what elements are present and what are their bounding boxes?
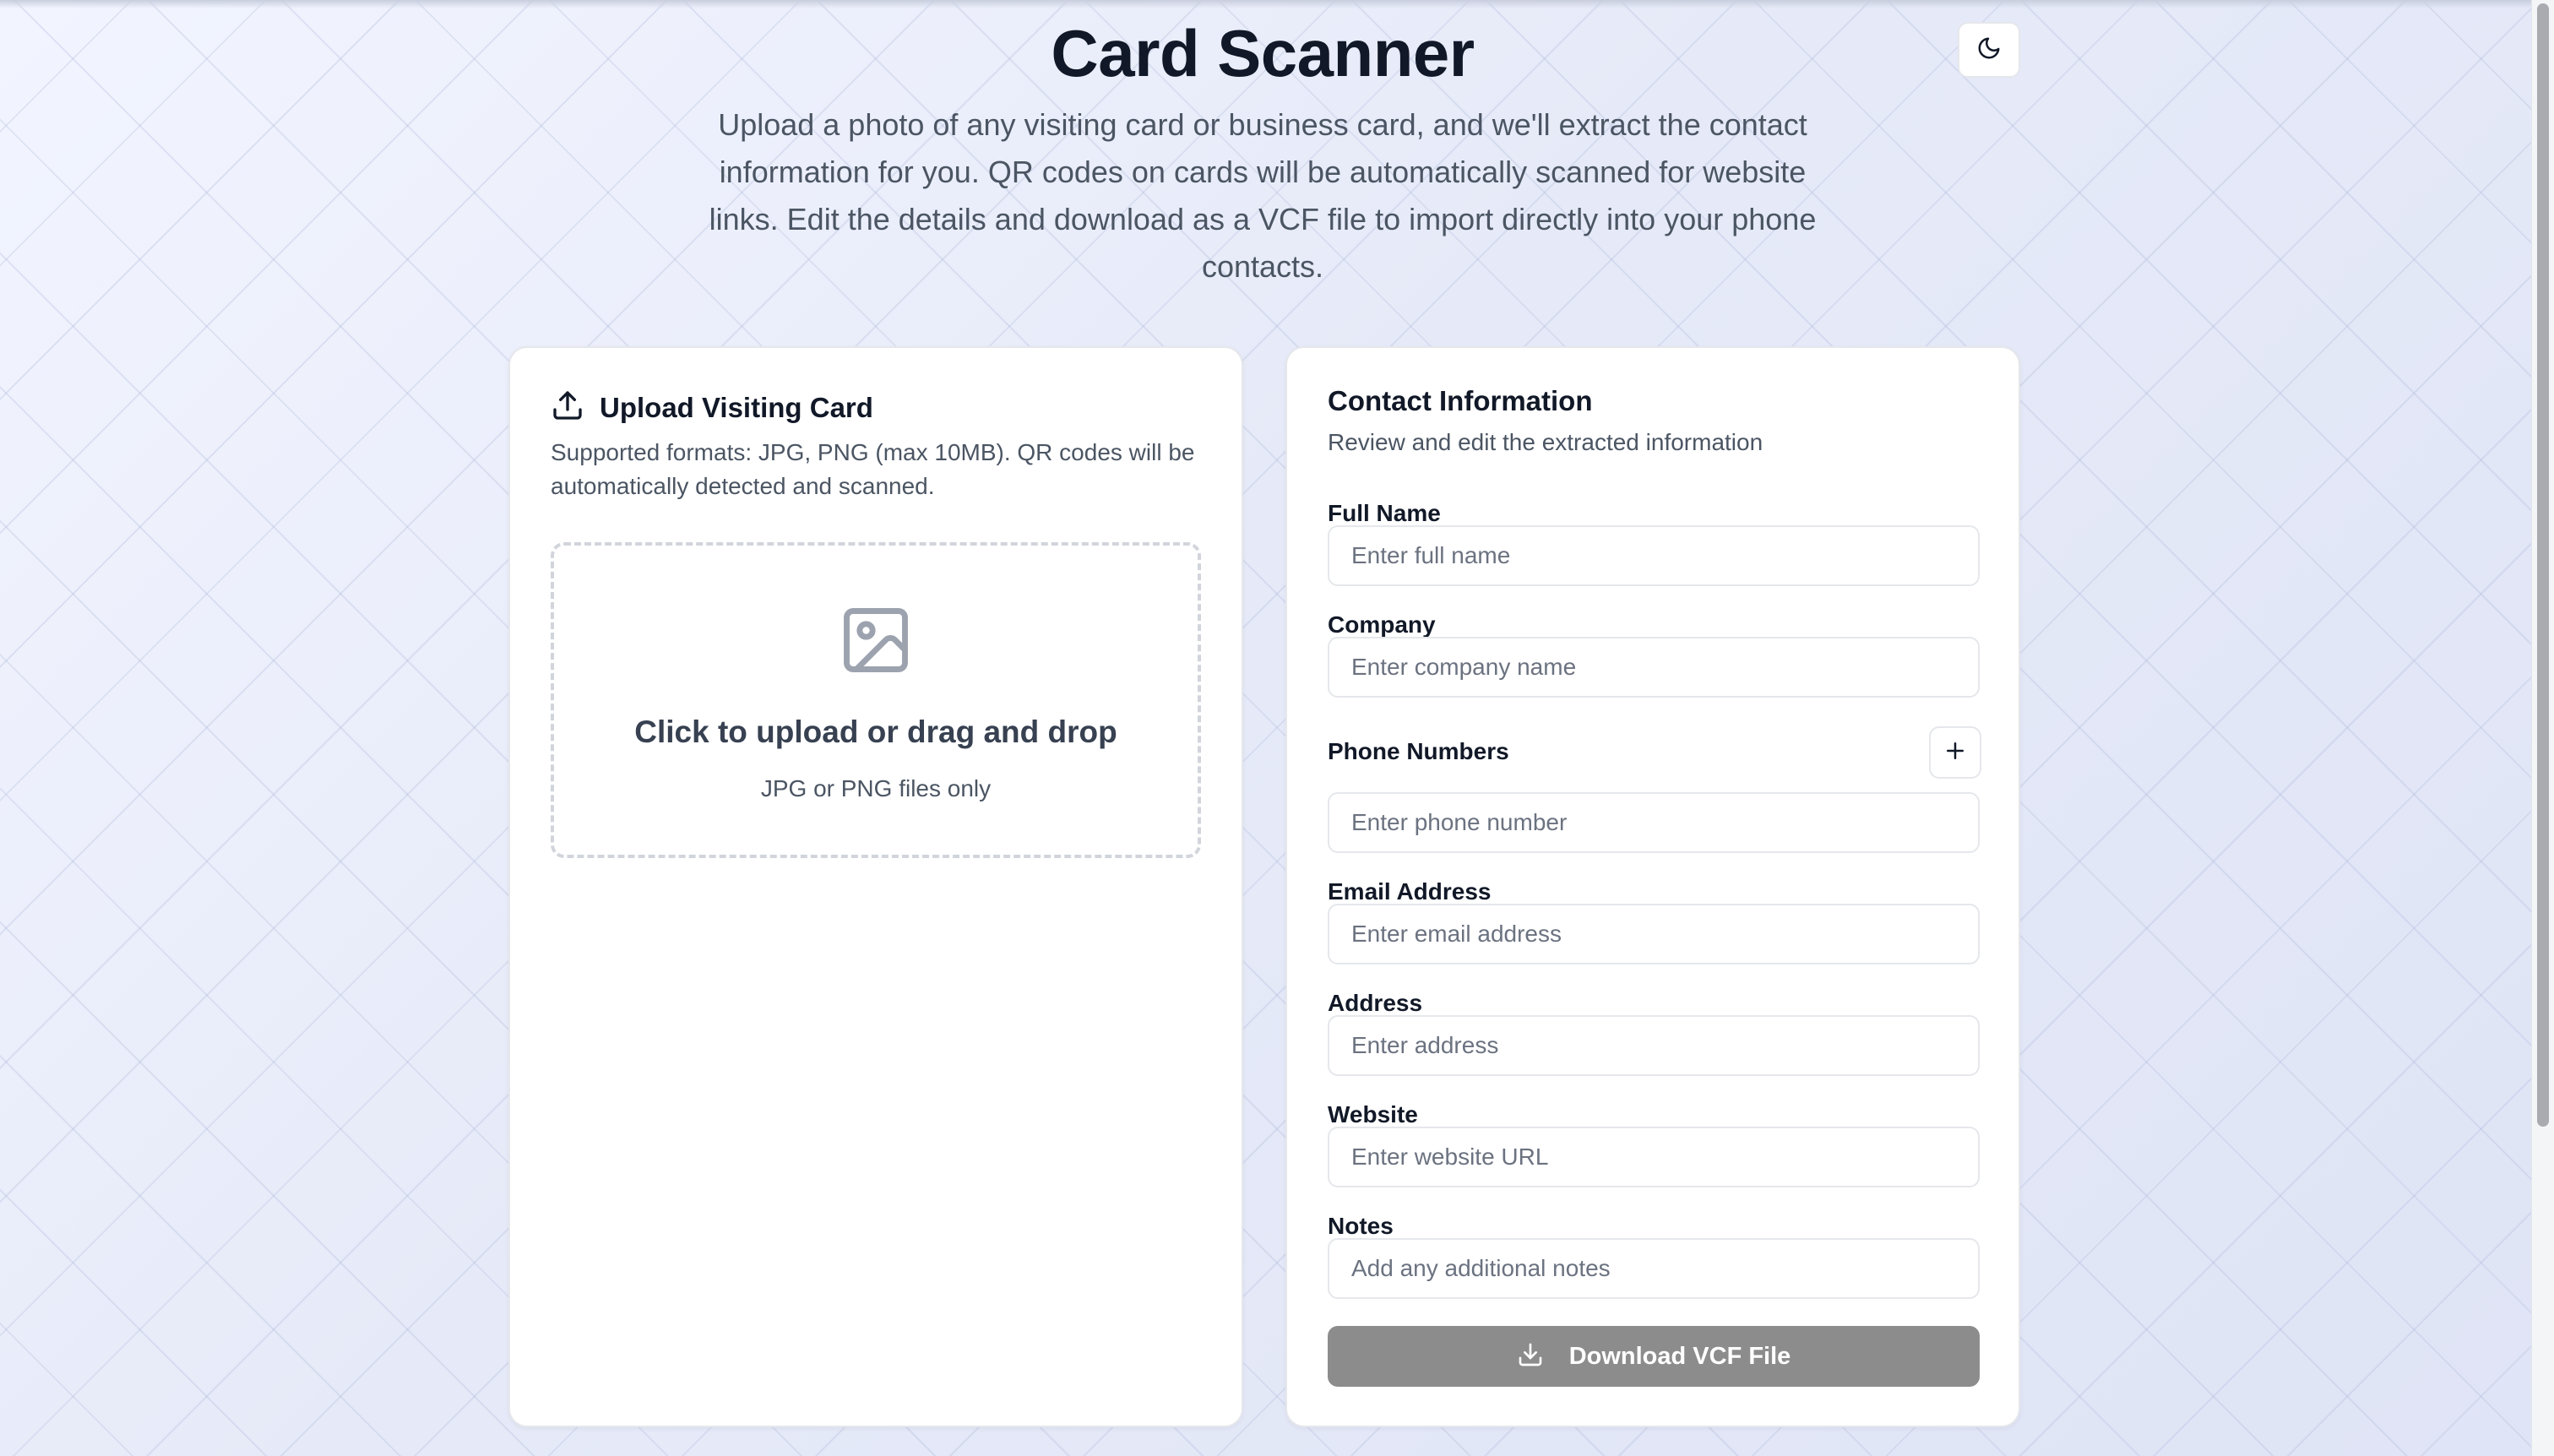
phone-numbers-label: Phone Numbers [1328,738,1509,764]
notes-label: Notes [1328,1213,1394,1239]
upload-card: Upload Visiting Card Supported formats: … [508,346,1243,1427]
upload-dropzone[interactable]: Click to upload or drag and drop JPG or … [551,542,1201,858]
page-subtitle: Upload a photo of any visiting card or b… [709,107,1817,284]
theme-toggle-button[interactable] [1958,22,2020,78]
download-icon [1517,1341,1544,1372]
email-input[interactable] [1328,904,1980,964]
download-vcf-label: Download VCF File [1568,1342,1791,1370]
dropzone-title: Click to upload or drag and drop [634,714,1117,749]
contact-card-subtitle: Review and edit the extracted informatio… [1328,429,1763,455]
add-phone-button[interactable] [1929,726,1981,779]
upload-card-description: Supported formats: JPG, PNG (max 10MB). … [551,439,1195,499]
upload-icon [551,388,584,426]
full-name-input[interactable] [1328,525,1980,586]
image-icon [837,601,915,683]
top-shadow [0,0,2554,8]
dropzone-hint: JPG or PNG files only [760,775,992,801]
address-input[interactable] [1328,1015,1980,1076]
page-title: Card Scanner [1051,16,1475,90]
phone-number-input[interactable] [1328,792,1980,853]
company-label: Company [1328,611,1436,638]
full-name-label: Full Name [1328,500,1441,526]
moon-icon [1976,35,2002,65]
upload-card-header: Upload Visiting Card [551,388,873,426]
contact-card: Contact Information Review and edit the … [1285,346,2020,1427]
page-scrollbar[interactable] [2531,0,2554,1456]
scrollbar-thumb[interactable] [2537,3,2549,1127]
download-vcf-button[interactable]: Download VCF File [1328,1326,1980,1387]
contact-card-title: Contact Information [1328,385,1593,416]
upload-card-title: Upload Visiting Card [600,391,873,423]
company-input[interactable] [1328,637,1980,698]
notes-input[interactable] [1328,1238,1980,1299]
website-input[interactable] [1328,1127,1980,1187]
plus-icon [1943,738,1968,768]
address-label: Address [1328,990,1423,1016]
website-label: Website [1328,1101,1418,1127]
email-label: Email Address [1328,878,1492,905]
